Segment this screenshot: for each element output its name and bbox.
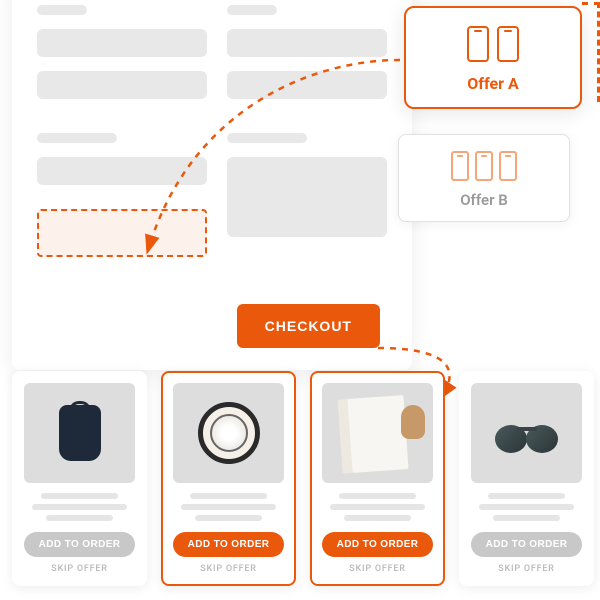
placeholder-line — [190, 493, 268, 499]
wireframe-left-column — [37, 5, 207, 257]
offer-b-label: Offer B — [413, 191, 555, 209]
phone-icon — [467, 26, 489, 62]
product-image — [471, 383, 582, 483]
product-card-sunglasses[interactable]: ADD TO ORDER SKIP OFFER — [459, 371, 594, 586]
offer-b-icons — [413, 151, 555, 181]
page-edge-decoration — [582, 2, 600, 102]
placeholder-line — [493, 515, 560, 521]
checkout-wireframe-panel: CHECKOUT — [12, 0, 412, 370]
product-card-backpack[interactable]: ADD TO ORDER SKIP OFFER — [12, 371, 147, 586]
offer-a-label: Offer A — [422, 74, 564, 93]
product-image — [173, 383, 284, 483]
placeholder-line — [488, 493, 566, 499]
placeholder-line — [32, 504, 126, 510]
skip-offer-link[interactable]: SKIP OFFER — [471, 564, 582, 574]
skip-offer-link[interactable]: SKIP OFFER — [173, 564, 284, 574]
phone-icon — [499, 151, 517, 181]
skip-offer-link[interactable]: SKIP OFFER — [322, 564, 433, 574]
offer-a-icons — [422, 26, 564, 62]
phone-icon — [497, 26, 519, 62]
product-image — [322, 383, 433, 483]
product-card-watch[interactable]: ADD TO ORDER SKIP OFFER — [161, 371, 296, 586]
skip-offer-link[interactable]: SKIP OFFER — [24, 564, 135, 574]
product-card-shirt[interactable]: ADD TO ORDER SKIP OFFER — [310, 371, 445, 586]
phone-icon — [475, 151, 493, 181]
placeholder-line — [339, 493, 417, 499]
offer-a-card[interactable]: Offer A — [404, 6, 582, 109]
checkout-button[interactable]: CHECKOUT — [237, 304, 380, 348]
placeholder-line — [46, 515, 113, 521]
offer-drop-zone[interactable] — [37, 209, 207, 257]
add-to-order-button[interactable]: ADD TO ORDER — [173, 532, 284, 557]
placeholder-line — [330, 504, 424, 510]
phone-icon — [451, 151, 469, 181]
add-to-order-button[interactable]: ADD TO ORDER — [471, 532, 582, 557]
add-to-order-button[interactable]: ADD TO ORDER — [24, 532, 135, 557]
wireframe-right-column — [227, 5, 387, 257]
add-to-order-button[interactable]: ADD TO ORDER — [322, 532, 433, 557]
placeholder-line — [479, 504, 573, 510]
offer-b-card[interactable]: Offer B — [398, 134, 570, 222]
placeholder-line — [344, 515, 411, 521]
placeholder-line — [41, 493, 119, 499]
product-cards-row: ADD TO ORDER SKIP OFFER ADD TO ORDER SKI… — [12, 371, 600, 586]
placeholder-line — [195, 515, 262, 521]
product-image — [24, 383, 135, 483]
placeholder-line — [181, 504, 275, 510]
